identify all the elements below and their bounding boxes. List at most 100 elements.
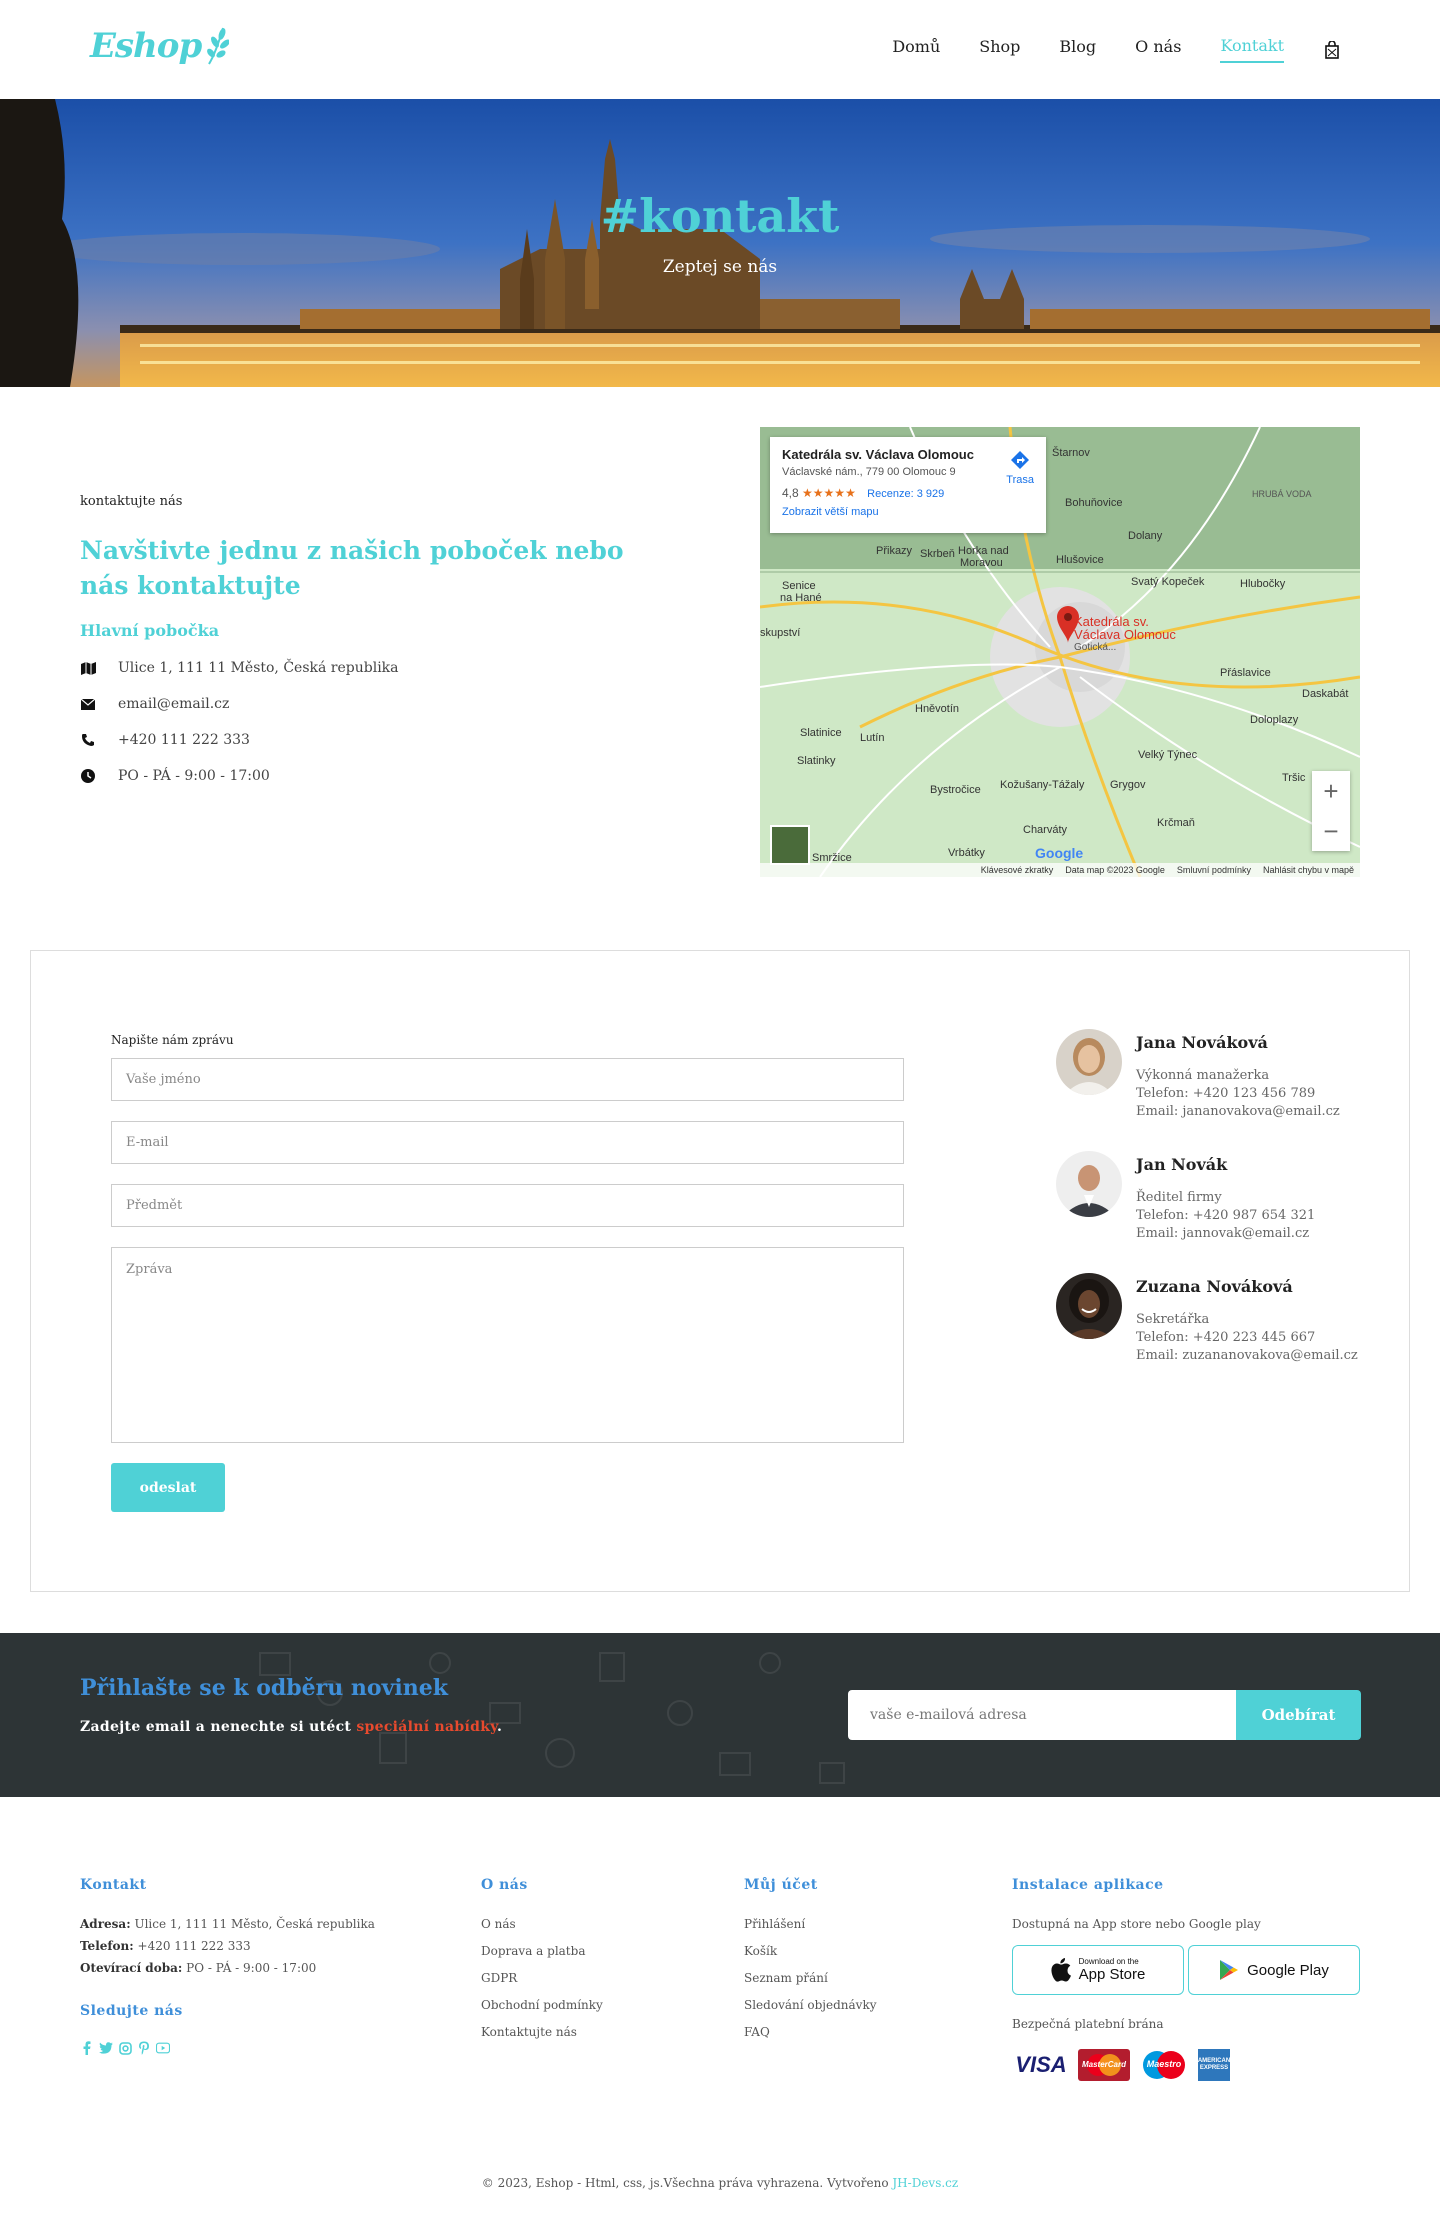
footer-hours: Otevírací doba: PO - PÁ - 9:00 - 17:00 <box>80 1961 317 1975</box>
youtube-icon[interactable] <box>156 2041 170 2055</box>
contact-eyebrow: kontaktujte nás <box>80 494 183 509</box>
nav-about[interactable]: O nás <box>1135 37 1181 62</box>
nav-contact[interactable]: Kontakt <box>1220 36 1284 63</box>
payment-icons: VISA MasterCard Maestro AMERICAN EXPRESS <box>1012 2049 1362 2081</box>
map-label: Hlušovice <box>1056 554 1104 566</box>
person-name: Jana Nováková <box>1136 1033 1268 1052</box>
subscribe-button[interactable]: Odebírat <box>1236 1690 1361 1740</box>
directions-icon <box>1011 451 1030 469</box>
person-role: Ředitel firmy <box>1136 1190 1222 1205</box>
leaf-icon <box>207 27 230 65</box>
map-label: Charváty <box>1023 824 1068 836</box>
footer-account-title: Můj účet <box>744 1877 818 1893</box>
hours-text: PO - PÁ - 9:00 - 17:00 <box>118 768 270 784</box>
avatar <box>1056 1273 1122 1339</box>
branch-title: Hlavní pobočka <box>80 621 220 640</box>
map-label: Doloplazy <box>1250 714 1299 726</box>
person-card: Zuzana Nováková Sekretářka Telefon: +420… <box>1056 1273 1376 1363</box>
place-name: Katedrála sv. Václava Olomouc <box>782 447 974 462</box>
footer-address: Adresa: Ulice 1, 111 11 Město, Česká rep… <box>80 1917 375 1931</box>
footer-app-title: Instalace aplikace <box>1012 1877 1164 1893</box>
zoom-in-button[interactable]: + <box>1312 771 1350 811</box>
mastercard-icon: MasterCard <box>1078 2049 1130 2081</box>
send-button[interactable]: odeslat <box>111 1463 225 1512</box>
larger-map-link[interactable]: Zobrazit větší mapu <box>782 506 1034 518</box>
cart-icon[interactable] <box>1324 40 1340 59</box>
newsletter-text: Zadejte email a nenechte si utéct speciá… <box>80 1719 503 1735</box>
footer-follow-title: Sledujte nás <box>80 2003 183 2019</box>
zoom-out-button[interactable]: − <box>1312 811 1350 851</box>
app-store-button[interactable]: Download on the App Store <box>1012 1945 1184 1995</box>
clock-icon <box>80 768 96 784</box>
google-map[interactable]: Katedrála sv. Václava Olomouc Gotická...… <box>760 427 1360 877</box>
nav-shop[interactable]: Shop <box>979 37 1020 62</box>
phone-text[interactable]: +420 111 222 333 <box>118 732 250 748</box>
social-icons <box>80 2041 420 2055</box>
footer-account: Můj účet Přihlášení Košík Seznam přání S… <box>744 1877 964 2039</box>
person-card: Jan Novák Ředitel firmy Telefon: +420 98… <box>1056 1151 1376 1241</box>
footer-link[interactable]: Obchodní podmínky <box>481 1998 701 2012</box>
name-input[interactable]: Vaše jméno <box>111 1058 904 1101</box>
map-terms[interactable]: Smluvní podmínky <box>1177 865 1251 875</box>
map-label: Tršic <box>1282 772 1306 784</box>
castle-illustration <box>0 99 1440 387</box>
footer-link[interactable]: Sledování objednávky <box>744 1998 964 2012</box>
footer-link[interactable]: Seznam přání <box>744 1971 964 1985</box>
instagram-icon[interactable] <box>118 2041 132 2055</box>
nav-blog[interactable]: Blog <box>1059 37 1096 62</box>
subject-input[interactable]: Předmět <box>111 1184 904 1227</box>
contact-heading: Navštivte jednu z našich poboček nebo ná… <box>80 536 624 600</box>
footer-link[interactable]: GDPR <box>481 1971 701 1985</box>
map-place-card: Katedrála sv. Václava Olomouc Václavské … <box>770 437 1046 533</box>
newsletter-title: Přihlašte se k odběru novinek <box>80 1675 448 1701</box>
visa-icon: VISA <box>1015 2052 1067 2077</box>
facebook-icon[interactable] <box>80 2041 94 2055</box>
contact-info: kontaktujte nás Navštivte jednu z našich… <box>80 494 640 784</box>
footer-about-title: O nás <box>481 1877 528 1893</box>
logo[interactable]: Eshop <box>90 22 230 70</box>
address-row: Ulice 1, 111 11 Město, Česká republika <box>80 660 640 676</box>
place-address: Václavské nám., 779 00 Olomouc 9 <box>782 466 956 478</box>
footer-link[interactable]: Přihlášení <box>744 1917 964 1931</box>
person-email: Email: jananovakova@email.cz <box>1136 1104 1340 1119</box>
person-phone: Telefon: +420 223 445 667 <box>1136 1330 1316 1345</box>
twitter-icon[interactable] <box>99 2041 113 2055</box>
pinterest-icon[interactable] <box>137 2041 151 2055</box>
google-logo: Google <box>1035 845 1084 861</box>
newsletter-section: Přihlašte se k odběru novinek Zadejte em… <box>0 1633 1440 1797</box>
footer-link[interactable]: O nás <box>481 1917 701 1931</box>
map-zoom-controls: + − <box>1312 771 1350 851</box>
map-report[interactable]: Nahlásit chybu v mapě <box>1263 865 1354 875</box>
person-role: Výkonná manažerka <box>1136 1068 1270 1083</box>
message-textarea[interactable]: Zpráva <box>111 1247 904 1443</box>
map-label: Štarnov <box>1052 447 1090 459</box>
reviews-link[interactable]: Recenze: 3 929 <box>867 488 944 500</box>
map-footer: Klávesové zkratky Data map ©2023 Google … <box>760 863 1360 877</box>
google-play-button[interactable]: Google Play <box>1188 1945 1360 1995</box>
footer-app-text: Dostupná na App store nebo Google play <box>1012 1917 1261 1931</box>
nav-home[interactable]: Domů <box>892 37 940 62</box>
footer-link[interactable]: Kontaktujte nás <box>481 2025 701 2039</box>
route-button[interactable]: Trasa <box>1006 449 1034 486</box>
phone-icon <box>80 732 96 748</box>
footer-link[interactable]: FAQ <box>744 2025 964 2039</box>
map-label: Kožušany-Tážaly <box>1000 779 1085 791</box>
footer-link[interactable]: Košík <box>744 1944 964 1958</box>
map-label: Bohuňovice <box>1065 497 1123 509</box>
avatar <box>1056 1029 1122 1095</box>
map-shortcuts[interactable]: Klávesové zkratky <box>981 865 1054 875</box>
footer-link[interactable]: Doprava a platba <box>481 1944 701 1958</box>
email-input[interactable]: E-mail <box>111 1121 904 1164</box>
logo-text: Eshop <box>90 26 202 66</box>
envelope-icon <box>80 696 96 712</box>
store-buttons: Download on the App Store Google Play <box>1012 1945 1362 1995</box>
satellite-toggle[interactable] <box>770 825 810 865</box>
site-header: Eshop Domů Shop Blog O nás Kontakt <box>0 0 1440 99</box>
author-link[interactable]: JH-Devs.cz <box>892 2176 958 2190</box>
newsletter-email-input[interactable]: vaše e-mailová adresa <box>848 1690 1236 1740</box>
map-label: Skrbeň <box>920 548 955 560</box>
amex-icon: AMERICAN EXPRESS <box>1198 2049 1230 2081</box>
contact-people: Jana Nováková Výkonná manažerka Telefon:… <box>1056 1029 1376 1395</box>
email-text[interactable]: email@email.cz <box>118 696 229 712</box>
google-play-icon <box>1220 1960 1239 1980</box>
